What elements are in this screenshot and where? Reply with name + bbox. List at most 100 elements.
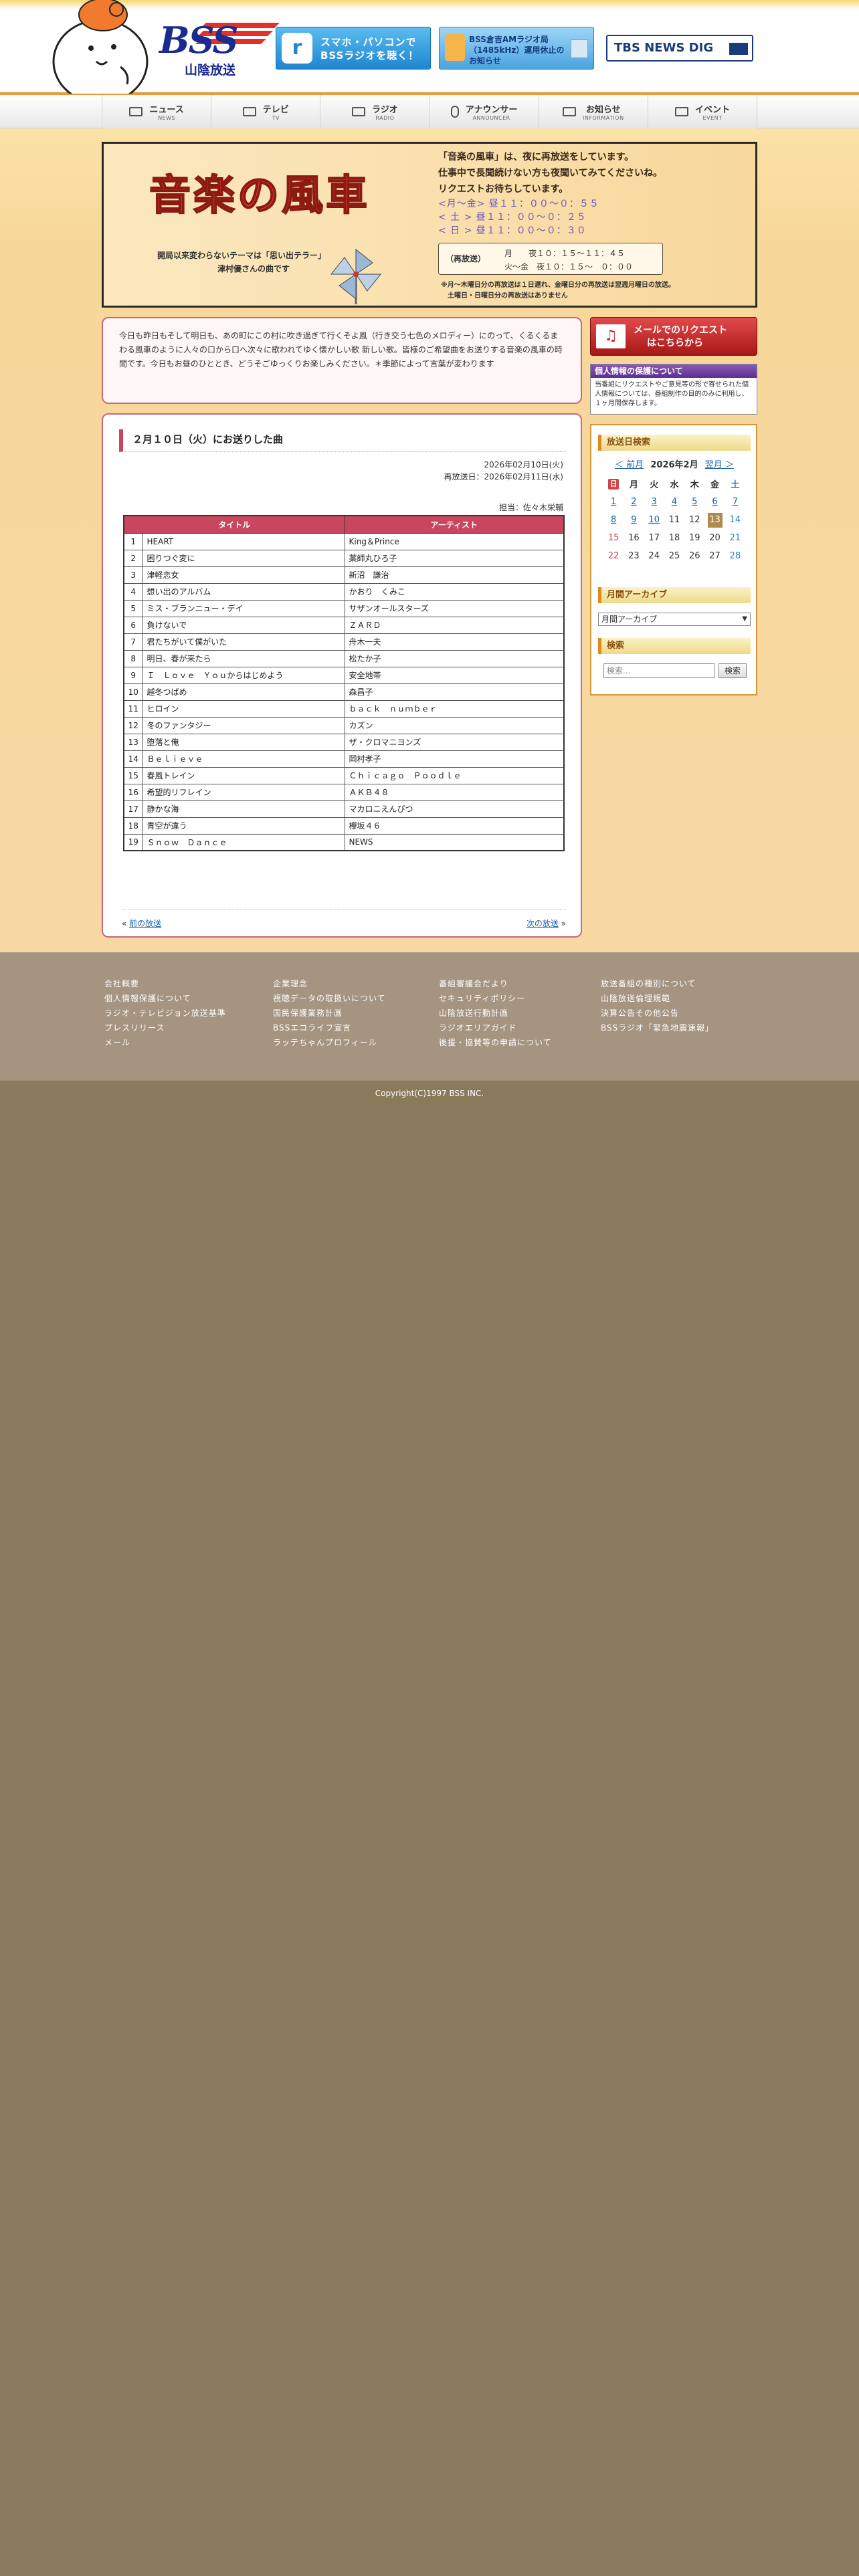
- calendar-day[interactable]: 8: [603, 511, 624, 529]
- prev-post-link[interactable]: 前の放送: [129, 919, 161, 928]
- footer-link[interactable]: ラジオ・テレビジョン放送基準: [104, 1006, 226, 1021]
- footer-link[interactable]: ラッテちゃんプロフィール: [273, 1035, 386, 1050]
- aired-date: 2026年02月10日(火): [484, 460, 563, 469]
- song-artist: 薬師丸ひろ子: [344, 549, 565, 567]
- calendar-day-link[interactable]: 4: [672, 497, 677, 507]
- calendar-day-link[interactable]: 8: [611, 515, 616, 525]
- footer-column: 企業理念 視聴データの取扱いについて 国民保護業務計画 BSSエコライフ宣言 ラッテちゃ…: [273, 976, 386, 1050]
- footer-link[interactable]: 企業理念: [273, 976, 386, 991]
- footer-link[interactable]: BSSエコライフ宣言: [273, 1021, 386, 1035]
- calendar-day: 24: [644, 547, 664, 565]
- footer-link[interactable]: ラジオエリアガイド: [439, 1021, 552, 1035]
- calendar-day-link[interactable]: 7: [733, 497, 738, 507]
- tbs-banner-text: TBS NEWS DIG: [614, 41, 714, 55]
- song-title: ヒロイン: [142, 700, 345, 718]
- schedule-sunday: < 日 > 昼１１：００～０：３０: [438, 225, 587, 236]
- program-hero-banner: 音楽の風車 開局以来変わらないテーマは「思い出テラー」 津村優さんの曲です 「音…: [102, 142, 757, 308]
- copyright: Copyright(C)1997 BSS INC.: [375, 1089, 484, 1098]
- song-artist: Ｃｈｉｃａｇｏ Ｐｏｏｄｌｅ: [344, 766, 565, 784]
- calendar-day[interactable]: 7: [725, 493, 745, 511]
- footer-link[interactable]: 山陰放送行動計画: [439, 1006, 552, 1021]
- calendar-day[interactable]: 4: [664, 493, 684, 511]
- footer-link[interactable]: 個人情報保護について: [104, 991, 226, 1006]
- rebroadcast-label: （再放送）: [446, 254, 486, 263]
- calendar-day-link[interactable]: 3: [652, 497, 657, 507]
- calendar-day-text: 19: [688, 533, 700, 543]
- song-artist: かおり くみこ: [344, 582, 565, 601]
- calendar-day: 19: [684, 529, 704, 547]
- bss-logo[interactable]: BSS 山陰放送: [153, 19, 280, 82]
- song-title: ミス・ブランニュー・デイ: [142, 599, 345, 617]
- footer-link[interactable]: 国民保護業務計画: [273, 1006, 386, 1021]
- calendar-prev-month[interactable]: ＜ 前月: [615, 460, 644, 470]
- nav-tv[interactable]: テレビ TV: [211, 95, 320, 128]
- search-button[interactable]: 検索: [719, 663, 747, 678]
- calendar-day[interactable]: 2: [624, 493, 644, 511]
- weekday-label: 火: [644, 475, 664, 493]
- divider: [122, 909, 566, 910]
- calendar-day-text: 13: [707, 512, 723, 528]
- site-header: BSS 山陰放送 r スマホ・パソコンで BSSラジオを聴く！ BSS倉吉AMラ…: [0, 0, 859, 95]
- search-input[interactable]: 検索...: [603, 663, 714, 678]
- tbs-news-dig-banner[interactable]: TBS NEWS DIG: [606, 35, 753, 62]
- calendar-day[interactable]: 5: [684, 493, 704, 511]
- nav-announcer[interactable]: アナウンサー ANNOUNCER: [429, 95, 539, 128]
- nav-event[interactable]: イベント EVENT: [647, 95, 758, 128]
- footer-link[interactable]: 会社概要: [104, 976, 226, 991]
- prev-post: « 前の放送: [122, 919, 162, 928]
- radio-banner-text: スマホ・パソコンで BSSラジオを聴く！: [320, 36, 419, 62]
- nav-information[interactable]: お知らせ INFORMATION: [538, 95, 648, 128]
- mail-line: はこちらから: [647, 338, 703, 348]
- archive-select[interactable]: 月間アーカイブ ▼: [598, 613, 751, 626]
- chevron-down-icon: ▼: [742, 615, 747, 623]
- table-row: 16 希望的リフレイン ＡＫＢ４８: [123, 783, 565, 801]
- calendar-day: 23: [624, 547, 644, 565]
- calendar-day: 18: [664, 529, 684, 547]
- radio-stream-banner[interactable]: r スマホ・パソコンで BSSラジオを聴く！: [276, 27, 431, 70]
- footer-link[interactable]: BSSラジオ「緊急地震速報」: [601, 1021, 714, 1035]
- nav-news[interactable]: ニュース NEWS: [102, 95, 211, 128]
- calendar-week: 15 16 17 18 19 20 21: [603, 529, 745, 547]
- footer-link[interactable]: 後援・協賛等の申請について: [439, 1035, 552, 1050]
- calendar-day-link[interactable]: 10: [648, 515, 660, 525]
- calendar-day[interactable]: 10: [644, 511, 664, 529]
- calendar-day[interactable]: 3: [644, 493, 664, 511]
- footer-link[interactable]: 決算公告その他公告: [601, 1006, 714, 1021]
- hero-line: 「音楽の風車」は、夜に再放送をしています。: [438, 152, 634, 163]
- footer-link[interactable]: 視聴データの取扱いについて: [273, 991, 386, 1006]
- mail-request-button[interactable]: ♫ メールでのリクエスト はこちらから: [590, 317, 757, 356]
- footer-link[interactable]: セキュリティポリシー: [439, 991, 552, 1006]
- footer-link[interactable]: 放送番組の種別について: [601, 976, 714, 991]
- table-row: 6 負けないで ＺＡＲＤ: [123, 616, 565, 634]
- calendar-day-link[interactable]: 6: [712, 497, 717, 507]
- song-title: 想い出のアルバム: [142, 582, 345, 601]
- song-number: 9: [123, 666, 143, 684]
- footer-link[interactable]: 番組審議会だより: [439, 976, 552, 991]
- footer-link[interactable]: プレスリリース: [104, 1021, 226, 1035]
- am-station-notice-banner[interactable]: BSS倉吉AMラジオ局（1485kHz）運用休止のお知らせ: [439, 27, 594, 70]
- calendar-next-month[interactable]: 翌月 ＞: [705, 460, 734, 470]
- weekday-label: 金: [704, 475, 725, 493]
- next-post-link[interactable]: 次の放送: [527, 919, 559, 928]
- song-artist: 欅坂４６: [344, 817, 565, 835]
- calendar-day[interactable]: 9: [624, 511, 644, 529]
- calendar-day-text: 18: [668, 533, 680, 543]
- footer-link[interactable]: 山陰放送倫理規範: [601, 991, 714, 1006]
- calendar-day-link[interactable]: 9: [631, 515, 636, 525]
- nav-radio[interactable]: ラジオ RADIO: [320, 95, 430, 128]
- calendar-day: 16: [624, 529, 644, 547]
- calendar-day[interactable]: 1: [603, 493, 624, 511]
- calendar-day-link[interactable]: 2: [631, 497, 636, 507]
- song-artist: マカロニえんぴつ: [344, 800, 565, 818]
- nav-label: ニュース: [149, 105, 184, 115]
- calendar-day: 17: [644, 529, 664, 547]
- calendar-heading: 放送日検索: [598, 435, 751, 451]
- song-artist: 森昌子: [344, 683, 565, 701]
- privacy-body: 当番組にリクエストやご意見等の形で寄せられた個人情報については、番組制作の目的の…: [595, 381, 749, 407]
- song-artist: ＺＡＲＤ: [344, 616, 565, 634]
- calendar-day[interactable]: 6: [704, 493, 725, 511]
- calendar-day-link[interactable]: 5: [692, 497, 697, 507]
- footer-link[interactable]: メール: [104, 1035, 226, 1050]
- song-number: 7: [123, 633, 143, 651]
- calendar-day-link[interactable]: 1: [611, 497, 616, 507]
